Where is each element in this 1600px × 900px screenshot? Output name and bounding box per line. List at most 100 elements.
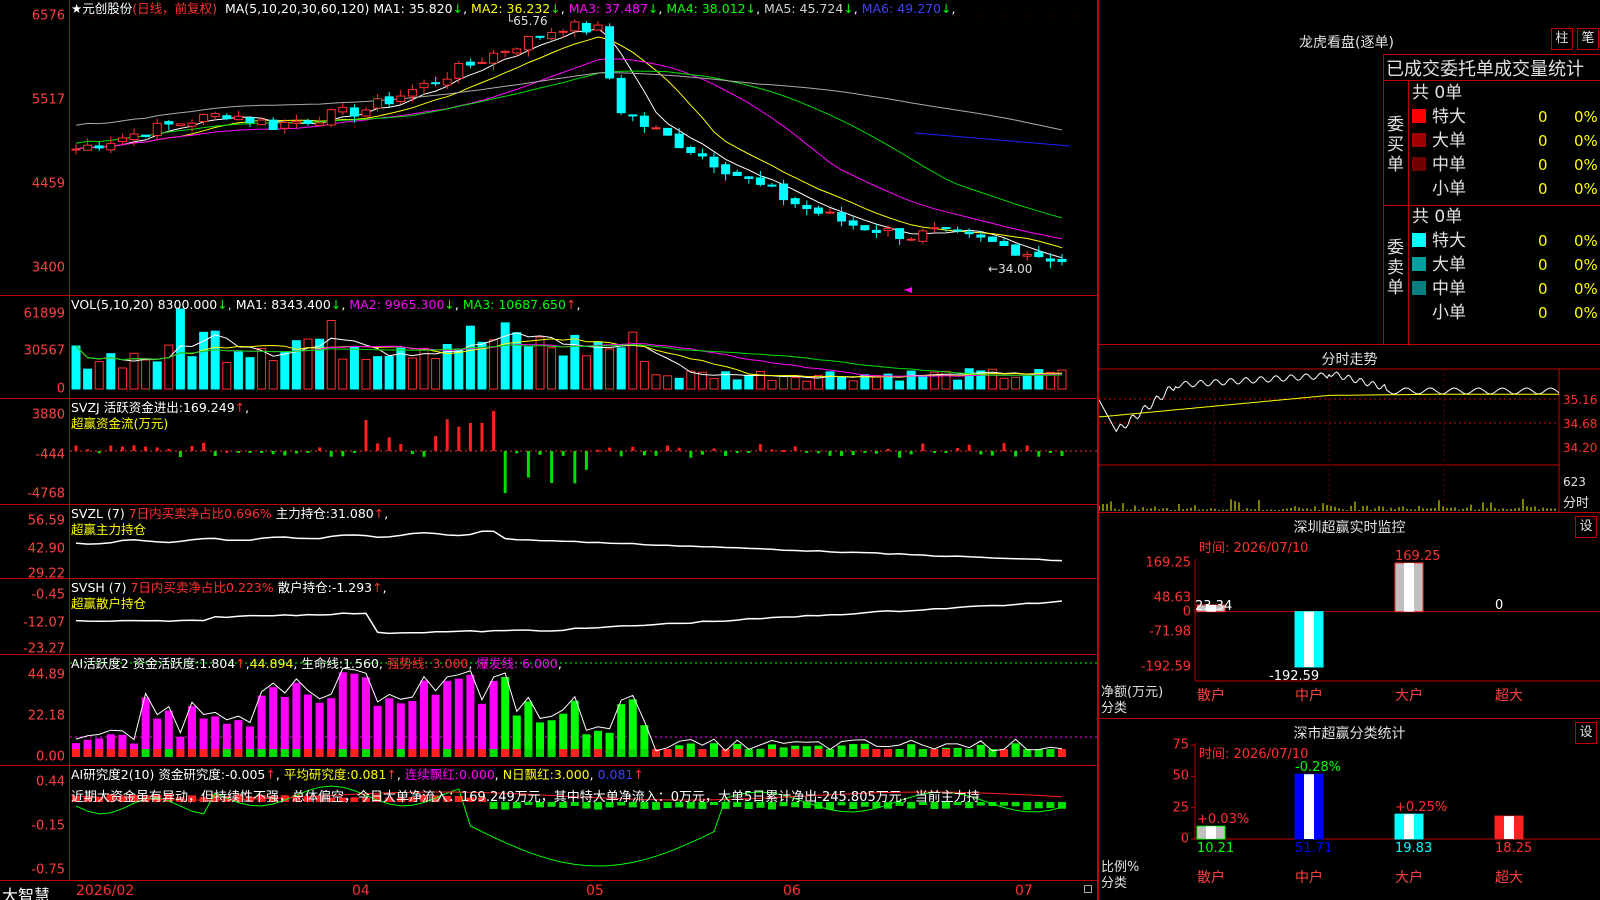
flow-bar bbox=[225, 450, 229, 453]
activity-base-bar bbox=[164, 749, 173, 757]
buy-row-pct: 0% bbox=[1574, 132, 1598, 150]
ai-active-pane[interactable]: 44.89 22.18 0.00 AI活跃度2 资金活跃度:1.804↑,44.… bbox=[0, 655, 1098, 766]
vol-ma-value: 10687.650 bbox=[498, 297, 566, 312]
flow-bar bbox=[329, 451, 333, 457]
flow-bar bbox=[120, 446, 124, 451]
volume-bar bbox=[94, 361, 104, 390]
vol-ma-arrow: ↓ bbox=[330, 297, 342, 312]
volume-bar bbox=[1034, 369, 1044, 390]
flow-bar bbox=[584, 451, 588, 470]
app-logo[interactable]: 大智慧 bbox=[2, 882, 50, 900]
ai-research-pane[interactable]: 0.44 -0.15 -0.75 AI研究度2(10) 资金研究度:-0.005… bbox=[0, 766, 1098, 880]
intraday-chart[interactable] bbox=[1099, 345, 1600, 513]
flow-bar bbox=[352, 451, 356, 453]
candle bbox=[199, 113, 209, 123]
flow-bar bbox=[886, 448, 890, 451]
volume-bar bbox=[558, 355, 568, 390]
svzl-pane[interactable]: 56.59 42.90 29.22 SVZL (7) 7日内买卖净占比0.696… bbox=[0, 505, 1098, 582]
volume-bar bbox=[674, 377, 684, 390]
volume-bar bbox=[512, 332, 522, 390]
sell-row-pct: 0% bbox=[1574, 256, 1598, 274]
activity-base-bar bbox=[918, 749, 927, 757]
high-price-label: └65.76 bbox=[506, 14, 548, 28]
flow-bar bbox=[1037, 451, 1041, 457]
activity-bar bbox=[280, 696, 289, 757]
activity-base-bar bbox=[1046, 749, 1055, 757]
candle bbox=[895, 228, 905, 240]
candle bbox=[222, 115, 232, 120]
flow-bar bbox=[990, 451, 994, 456]
activity-base-bar bbox=[246, 749, 254, 757]
candle bbox=[338, 106, 348, 113]
tick-mode-button[interactable]: 笔 bbox=[1577, 28, 1599, 50]
bar-mode-button[interactable]: 柱 bbox=[1551, 28, 1573, 50]
activity-base-bar bbox=[965, 749, 974, 757]
volume-bar bbox=[245, 357, 255, 390]
ma-label: MA6: bbox=[857, 1, 898, 16]
vol-ma-label: MA3: bbox=[458, 297, 499, 312]
activity-base-bar bbox=[153, 749, 162, 757]
flow-bar bbox=[457, 426, 461, 451]
date-tick: 04 bbox=[352, 883, 370, 899]
volume-value: 8300.000 bbox=[157, 297, 218, 312]
sell-row-count: 0 bbox=[1538, 304, 1548, 322]
volume-bar bbox=[964, 368, 974, 390]
candle bbox=[802, 204, 812, 210]
activity-bar bbox=[431, 694, 440, 757]
ratio-bar-highlight bbox=[1404, 814, 1414, 839]
ma-label: MA5: bbox=[760, 1, 800, 16]
lhb-table: 已成交委托单成交量统计 委买单 委卖单 共 0单 特大 0 0% 大单 0 0% 中单 0 0%… bbox=[1383, 54, 1600, 346]
retail-line bbox=[75, 600, 1063, 635]
activity-bar bbox=[315, 702, 324, 757]
net-amount-bar-chart[interactable] bbox=[1099, 513, 1600, 719]
flow-bar bbox=[468, 422, 472, 451]
ma-label: MA1: bbox=[373, 1, 409, 16]
svsh-pane[interactable]: -0.45 -12.07 -23.27 SVSH (7) 7日内买卖净占比0.2… bbox=[0, 579, 1098, 657]
ma-values: MA1: 35.820↓, MA2: 36.232↓, MA3: 37.487↓… bbox=[373, 1, 955, 16]
activity-base-bar bbox=[605, 749, 614, 757]
life-line-value: 1.560 bbox=[343, 656, 379, 671]
activity-base-bar bbox=[118, 749, 127, 757]
volume-pane[interactable]: 61899 30567 0 VOL(5,10,20) 8300.000↓, MA… bbox=[0, 296, 1098, 399]
buy-row-name: 中单 bbox=[1432, 155, 1466, 175]
activity-base-bar bbox=[176, 749, 185, 757]
candle bbox=[929, 227, 939, 230]
svzl-seven-day: 7日内买卖净占比0.696% bbox=[128, 506, 272, 521]
candlestick-chart[interactable] bbox=[0, 0, 1098, 296]
flow-bar bbox=[793, 446, 797, 451]
activity-base-bar bbox=[582, 749, 591, 757]
activity-base-bar bbox=[826, 749, 834, 757]
research-chart[interactable] bbox=[0, 766, 1098, 880]
kline-pane[interactable]: 6576 5517 4459 3400 ★元创股份(日线，前复权) MA(5,1… bbox=[0, 0, 1098, 296]
activity-base-bar bbox=[895, 749, 904, 757]
activity-base-bar bbox=[72, 749, 80, 757]
volume-bar bbox=[755, 370, 765, 390]
flow-bar bbox=[1060, 451, 1064, 457]
period-label[interactable]: (日线，前复权) bbox=[132, 1, 217, 16]
sell-side-label: 委卖单 bbox=[1387, 238, 1404, 298]
activity-base-bar bbox=[1000, 749, 1008, 757]
candle bbox=[813, 207, 823, 214]
candle bbox=[697, 153, 707, 157]
ratio-bar-highlight bbox=[1504, 816, 1514, 839]
candle bbox=[489, 52, 499, 64]
svzj-pane[interactable]: 3880 -444 -4768 SVZJ 活跃资金进出:169.249↑, 超赢… bbox=[0, 399, 1098, 505]
vol-ma-value: 8343.400 bbox=[271, 297, 331, 312]
activity-base-bar bbox=[814, 749, 823, 757]
streak-label: 连续飘红: bbox=[404, 767, 459, 782]
stock-name[interactable]: ★元创股份 bbox=[71, 1, 132, 16]
intraday-panel[interactable]: 分时走势 35.16 34.68 34.20 623 分时 bbox=[1099, 345, 1600, 513]
activity-base-bar bbox=[791, 749, 800, 757]
volume-bar bbox=[465, 325, 475, 390]
volume-header: VOL(5,10,20) 8300.000↓, MA1: 8343.400↓, … bbox=[71, 297, 581, 312]
research-last-arrow: ↑ bbox=[633, 767, 644, 782]
volume-bar bbox=[338, 358, 348, 390]
net-bar-label: 23.34 bbox=[1195, 598, 1233, 614]
ratio-delta-label: -0.28% bbox=[1295, 760, 1341, 776]
lock-icon[interactable] bbox=[1084, 885, 1092, 893]
activity-base-bar bbox=[83, 749, 92, 757]
vol-ma-value: 9965.300 bbox=[384, 297, 445, 312]
sep: , bbox=[951, 1, 956, 16]
candle bbox=[71, 148, 81, 151]
research-comment: 近期大资金虽有异动，但持续性不强，总体偏空，今日大单净流入：169.249万元，… bbox=[71, 790, 980, 805]
